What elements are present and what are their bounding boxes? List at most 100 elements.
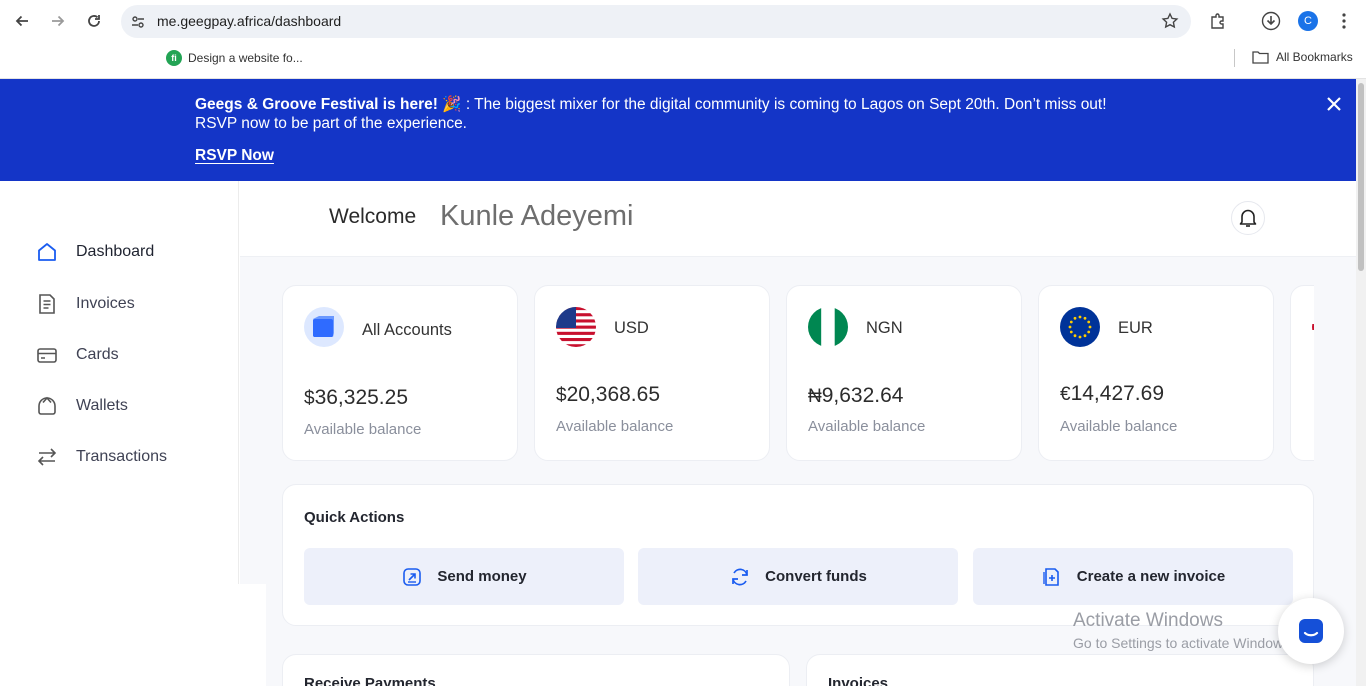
account-name: NGN [866,319,903,337]
currency-symbol: ₦ [808,386,822,407]
puzzle-icon [1211,13,1224,29]
sidebar-item-label: Invoices [76,295,135,312]
watermark-line-2: Go to Settings to activate Windows. [1073,635,1294,651]
account-card-partial[interactable] [1290,285,1314,461]
account-name: All Accounts [362,321,452,339]
banner-line-1: Geegs & Groove Festival is here! 🎉 : The… [195,95,1107,114]
wallet-icon [38,396,56,415]
account-name: EUR [1118,319,1153,337]
downloads-button[interactable] [1259,9,1283,33]
kebab-menu-icon [1342,13,1346,29]
receive-payments-title: Receive Payments [304,675,436,686]
reload-icon [88,15,100,27]
create-invoice-label: Create a new invoice [1076,568,1226,585]
balance-amount: 20,368.65 [566,383,661,406]
url-text[interactable]: me.geegpay.africa/dashboard [157,13,341,29]
bookmarks-divider [1234,49,1235,67]
banner-headline: Geegs & Groove Festival is here! 🎉 [195,96,462,113]
rsvp-link[interactable]: RSVP Now [195,147,274,165]
page-scrollbar[interactable] [1356,79,1366,686]
account-card-usd[interactable]: USD $20,368.65 Available balance [534,285,770,461]
announcement-banner: Geegs & Groove Festival is here! 🎉 : The… [0,79,1356,181]
windows-activation-watermark: Activate Windows Go to Settings to activ… [1073,610,1294,651]
folder-icon [1252,51,1269,64]
site-info-icon[interactable] [130,14,146,30]
balance-caption: Available balance [1060,418,1178,435]
account-balance: $20,368.65 [556,383,660,407]
address-bar[interactable]: me.geegpay.africa/dashboard [121,5,1191,38]
dashboard-header: Welcome Kunle Adeyemi [240,181,1356,257]
sidebar-item-wallets[interactable]: Wallets [36,395,128,417]
extensions-button[interactable] [1206,9,1230,33]
back-button[interactable] [8,8,36,34]
star-icon[interactable] [1161,12,1179,30]
all-bookmarks-label: All Bookmarks [1276,50,1353,64]
balance-caption: Available balance [304,421,422,438]
create-invoice-button[interactable]: Create a new invoice [973,548,1293,605]
download-icon [1261,11,1281,31]
sidebar-item-label: Wallets [76,397,128,414]
balance-amount: 9,632.64 [821,384,904,407]
arrow-right-icon [52,15,65,27]
account-balance: ₦9,632.64 [808,384,903,408]
eu-flag-icon [1060,307,1100,347]
bell-icon [1239,209,1257,227]
currency-symbol: $ [556,385,567,406]
scrollbar-thumb[interactable] [1358,83,1364,271]
home-icon [38,243,56,261]
convert-funds-label: Convert funds [765,568,867,585]
send-icon [403,567,422,586]
all-bookmarks-button[interactable]: All Bookmarks [1252,50,1353,64]
send-money-label: Send money [437,568,527,585]
profile-avatar[interactable]: C [1298,11,1318,31]
invoices-title: Invoices [828,675,889,686]
user-name: Kunle Adeyemi [440,200,634,232]
bookmark-label: Design a website fo... [188,51,303,65]
account-balance: $36,325.25 [304,386,408,410]
receive-payments-panel: Receive Payments [282,654,790,686]
transfer-icon [37,448,57,466]
currency-symbol: € [1060,384,1071,405]
bookmark-item[interactable]: fi Design a website fo... [166,50,303,66]
reload-button[interactable] [80,8,108,34]
sidebar-item-cards[interactable]: Cards [36,344,119,366]
watermark-line-1: Activate Windows [1073,610,1223,631]
sidebar-item-invoices[interactable]: Invoices [36,293,135,315]
convert-funds-button[interactable]: Convert funds [638,548,958,605]
sidebar-item-label: Cards [76,346,119,363]
currency-symbol: $ [304,388,315,409]
balance-caption: Available balance [556,418,674,435]
card-icon [37,348,57,363]
invoices-panel: Invoices [806,654,1314,686]
nigeria-flag-icon [808,307,848,347]
bookmarks-bar: fi Design a website fo... All Bookmarks [0,44,1366,72]
send-money-button[interactable]: Send money [304,548,624,605]
browser-toolbar: me.geegpay.africa/dashboard C fi Design … [0,0,1366,79]
accounts-row: All Accounts $36,325.25 Available balanc… [282,285,1314,463]
balance-amount: 14,427.69 [1070,382,1165,405]
account-card-ngn[interactable]: NGN ₦9,632.64 Available balance [786,285,1022,461]
bookmark-favicon: fi [166,50,182,66]
account-name: USD [614,319,649,337]
notifications-button[interactable] [1231,201,1265,235]
account-card-eur[interactable]: EUR €14,427.69 Available balance [1038,285,1274,461]
sidebar-item-dashboard[interactable]: Dashboard [36,241,154,263]
account-card-all[interactable]: All Accounts $36,325.25 Available balanc… [282,285,518,461]
invoice-icon [39,294,55,314]
balance-caption: Available balance [808,418,926,435]
close-icon[interactable] [1325,95,1343,113]
forward-button[interactable] [44,8,72,34]
chat-icon [1299,619,1323,643]
quick-actions-panel: Quick Actions Send money Convert funds C… [282,484,1314,626]
sidebar-footer-blank [0,584,266,686]
all-accounts-icon [304,307,344,347]
sidebar-item-label: Dashboard [76,243,155,260]
account-balance: €14,427.69 [1060,382,1164,406]
chat-support-button[interactable] [1278,598,1344,664]
sidebar-item-label: Transactions [76,448,167,465]
flag-icon [1312,307,1314,347]
balance-amount: 36,325.25 [314,386,409,409]
browser-menu-button[interactable] [1332,9,1356,33]
sidebar-item-transactions[interactable]: Transactions [36,446,167,468]
convert-icon [732,568,749,585]
